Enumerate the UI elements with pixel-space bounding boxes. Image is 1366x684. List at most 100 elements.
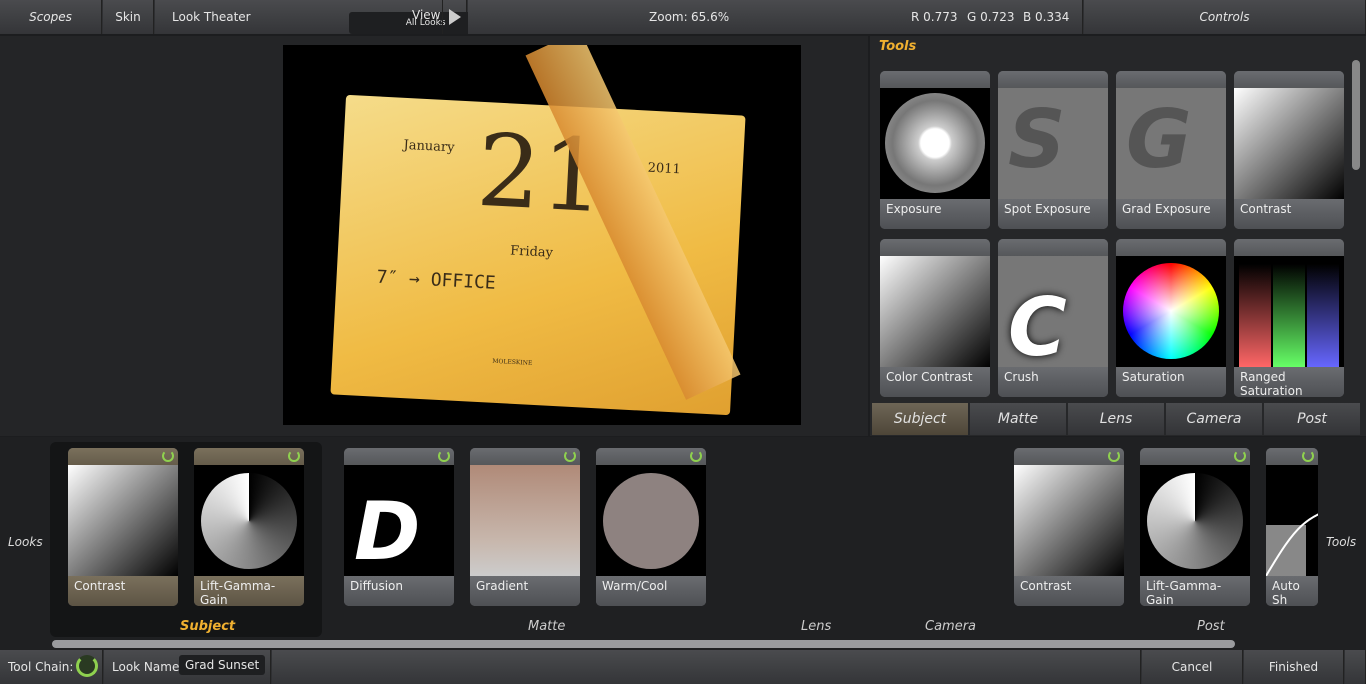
look-name-input[interactable]: Grad Sunset bbox=[179, 655, 266, 675]
tool-thumbnail bbox=[1014, 465, 1124, 576]
tool-tile-spot-exposure[interactable]: S Spot Exposure bbox=[998, 71, 1108, 229]
bottom-bar: Tool Chain: Look Name: Grad Sunset Cance… bbox=[0, 650, 1366, 684]
tool-tile-contrast[interactable]: Contrast bbox=[68, 448, 178, 606]
tool-label: Saturation bbox=[1116, 367, 1226, 397]
scopes-button[interactable]: Scopes bbox=[0, 0, 102, 34]
tab-subject[interactable]: Subject bbox=[872, 403, 968, 435]
tools-title: Tools bbox=[879, 39, 917, 54]
tool-thumbnail bbox=[68, 465, 178, 576]
section-label-matte[interactable]: Matte bbox=[528, 619, 565, 634]
power-icon[interactable] bbox=[438, 450, 450, 462]
look-name-group: Look Name: Grad Sunset bbox=[104, 650, 271, 684]
tool-label: Lift-Gamma-Gain bbox=[194, 576, 304, 606]
tool-thumbnail: D bbox=[344, 465, 454, 576]
look-theater-label: Look Theater bbox=[172, 10, 251, 24]
tool-label: Contrast bbox=[68, 576, 178, 606]
tool-chain-group: Tool Chain: bbox=[0, 650, 103, 684]
tab-matte[interactable]: Matte bbox=[970, 403, 1066, 435]
tool-thumbnail bbox=[1234, 88, 1344, 199]
tab-camera[interactable]: Camera bbox=[1166, 403, 1262, 435]
tool-label: Contrast bbox=[1014, 576, 1124, 606]
blue-value: B 0.334 bbox=[1023, 10, 1070, 24]
red-value: R 0.773 bbox=[911, 10, 958, 24]
looks-label: Looks bbox=[8, 535, 43, 549]
tool-thumbnail: C bbox=[998, 256, 1108, 367]
tool-tile-color-contrast[interactable]: Color Contrast bbox=[880, 239, 990, 397]
tool-label: Ranged Saturation bbox=[1234, 367, 1344, 397]
tool-label: Lift-Gamma-Gain bbox=[1140, 576, 1250, 606]
power-icon[interactable] bbox=[690, 450, 702, 462]
tool-tile-lift-gamma-gain[interactable]: Lift-Gamma-Gain bbox=[1140, 448, 1250, 606]
play-button[interactable] bbox=[442, 0, 467, 34]
looks-scrollbar[interactable] bbox=[52, 640, 1235, 648]
tool-label: Contrast bbox=[1234, 199, 1344, 229]
tool-label: Exposure bbox=[880, 199, 990, 229]
tools-scrollbar[interactable] bbox=[1352, 60, 1360, 170]
bottom-spacer bbox=[272, 650, 1141, 684]
photo-brand: MOLESKINE bbox=[492, 357, 533, 367]
tool-tile-auto-sh[interactable]: Auto Sh bbox=[1266, 448, 1318, 606]
power-icon[interactable] bbox=[1302, 450, 1314, 462]
tool-tile-grad-exposure[interactable]: G Grad Exposure bbox=[1116, 71, 1226, 229]
section-label-subject[interactable]: Subject bbox=[180, 619, 235, 634]
view-label: View bbox=[412, 8, 441, 22]
tool-thumbnail: S bbox=[998, 88, 1108, 199]
play-icon bbox=[449, 9, 461, 25]
look-name-label: Look Name: bbox=[112, 660, 184, 674]
tool-label: Crush bbox=[998, 367, 1108, 397]
skin-button[interactable]: Skin bbox=[103, 0, 154, 34]
tool-tile-gradient[interactable]: Gradient bbox=[470, 448, 580, 606]
tool-label: Diffusion bbox=[344, 576, 454, 606]
zoom-value: 65.6% bbox=[691, 10, 730, 24]
tool-label: Color Contrast bbox=[880, 367, 990, 397]
photo-note: 7″ → OFFICE bbox=[376, 266, 497, 294]
readout-bar: Zoom: 65.6% R 0.773 G 0.723 B 0.334 bbox=[468, 0, 1083, 34]
tool-chain-power-toggle[interactable] bbox=[76, 655, 98, 677]
green-value: G 0.723 bbox=[967, 10, 1015, 24]
tool-label: Gradient bbox=[470, 576, 580, 606]
tool-thumbnail bbox=[880, 256, 990, 367]
finished-button[interactable]: Finished bbox=[1244, 650, 1344, 684]
tool-thumbnail bbox=[1234, 256, 1344, 367]
tool-tile-ranged-saturation[interactable]: Ranged Saturation bbox=[1234, 239, 1344, 397]
tool-thumbnail bbox=[470, 465, 580, 576]
tool-tile-warm-cool[interactable]: Warm/Cool bbox=[596, 448, 706, 606]
tool-label: Warm/Cool bbox=[596, 576, 706, 606]
tool-thumbnail bbox=[1140, 465, 1250, 576]
cancel-button[interactable]: Cancel bbox=[1142, 650, 1243, 684]
tool-thumbnail: G bbox=[1116, 88, 1226, 199]
tab-lens[interactable]: Lens bbox=[1068, 403, 1164, 435]
tool-tile-diffusion[interactable]: D Diffusion bbox=[344, 448, 454, 606]
power-icon[interactable] bbox=[1108, 450, 1120, 462]
tool-tile-exposure[interactable]: Exposure bbox=[880, 71, 990, 229]
tool-label: Grad Exposure bbox=[1116, 199, 1226, 229]
tool-tile-lift-gamma-gain[interactable]: Lift-Gamma-Gain bbox=[194, 448, 304, 606]
section-label-camera[interactable]: Camera bbox=[925, 619, 976, 634]
tool-thumbnail bbox=[596, 465, 706, 576]
photo-year: 2011 bbox=[647, 160, 682, 178]
photo-month: January bbox=[403, 137, 455, 156]
tool-label: Auto Sh bbox=[1266, 576, 1318, 606]
power-icon[interactable] bbox=[288, 450, 300, 462]
look-theater-group: Look Theater All Looks View bbox=[155, 0, 503, 34]
tool-tile-crush[interactable]: C Crush bbox=[998, 239, 1108, 397]
tool-thumbnail bbox=[194, 465, 304, 576]
tool-thumbnail bbox=[1116, 256, 1226, 367]
tool-chain-label: Tool Chain: bbox=[8, 660, 74, 674]
zoom-label: Zoom: bbox=[649, 10, 688, 24]
photo-weekday: Friday bbox=[509, 243, 554, 261]
controls-button[interactable]: Controls bbox=[1084, 0, 1366, 34]
tool-tile-contrast[interactable]: Contrast bbox=[1234, 71, 1344, 229]
power-icon[interactable] bbox=[162, 450, 174, 462]
power-icon[interactable] bbox=[564, 450, 576, 462]
top-toolbar: Scopes Skin Look Theater All Looks View … bbox=[0, 0, 1366, 34]
tab-post[interactable]: Post bbox=[1264, 403, 1360, 435]
tool-tile-contrast[interactable]: Contrast bbox=[1014, 448, 1124, 606]
tool-label: Spot Exposure bbox=[998, 199, 1108, 229]
bottom-end bbox=[1345, 650, 1366, 684]
tool-tile-saturation[interactable]: Saturation bbox=[1116, 239, 1226, 397]
section-label-lens[interactable]: Lens bbox=[801, 619, 831, 634]
tools-side-label: Tools bbox=[1326, 535, 1357, 549]
section-label-post[interactable]: Post bbox=[1197, 619, 1225, 634]
power-icon[interactable] bbox=[1234, 450, 1246, 462]
